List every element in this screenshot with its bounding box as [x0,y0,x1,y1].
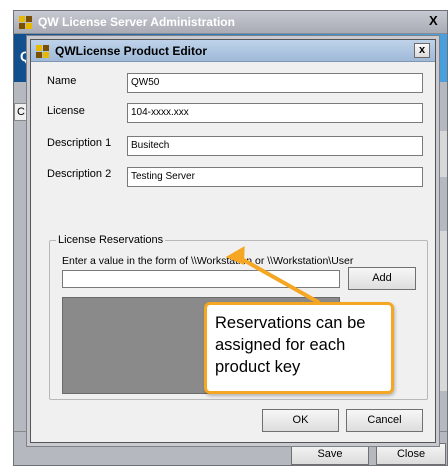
admin-tab-label: C [17,106,25,118]
license-field[interactable]: 104-xxxx.xxx [127,103,423,123]
dialog-title: QWLicense Product Editor [55,44,208,58]
reservation-input[interactable] [62,270,340,288]
description2-field[interactable]: Testing Server [127,167,423,187]
reservations-legend: License Reservations [56,234,166,246]
name-label: Name [47,75,77,87]
add-reservation-button[interactable]: Add [348,267,416,290]
ok-button[interactable]: OK [262,409,339,432]
admin-close-icon[interactable]: X [429,13,443,31]
admin-side-edge [437,131,447,177]
admin-window-title: QW License Server Administration [38,15,235,29]
license-label: License [47,105,85,117]
admin-tab[interactable]: C [14,103,29,121]
description1-label: Description 1 [47,137,112,149]
app-icon [19,16,32,29]
name-field[interactable]: QW50 [127,73,423,93]
app-icon [36,45,49,58]
annotation-callout: Reservations can be assigned for each pr… [204,302,394,394]
dialog-titlebar: QWLicense Product Editor x [31,40,435,62]
description1-field[interactable]: Busitech [127,136,423,156]
description2-label: Description 2 [47,168,112,180]
admin-side-edge [437,231,447,391]
admin-titlebar: QW License Server Administration X [14,11,447,34]
close-button[interactable]: Close [376,443,446,465]
cancel-button[interactable]: Cancel [346,409,423,432]
save-button[interactable]: Save [291,443,369,465]
dialog-close-icon[interactable]: x [414,43,430,58]
reservations-hint: Enter a value in the form of \\Workstati… [62,255,354,267]
